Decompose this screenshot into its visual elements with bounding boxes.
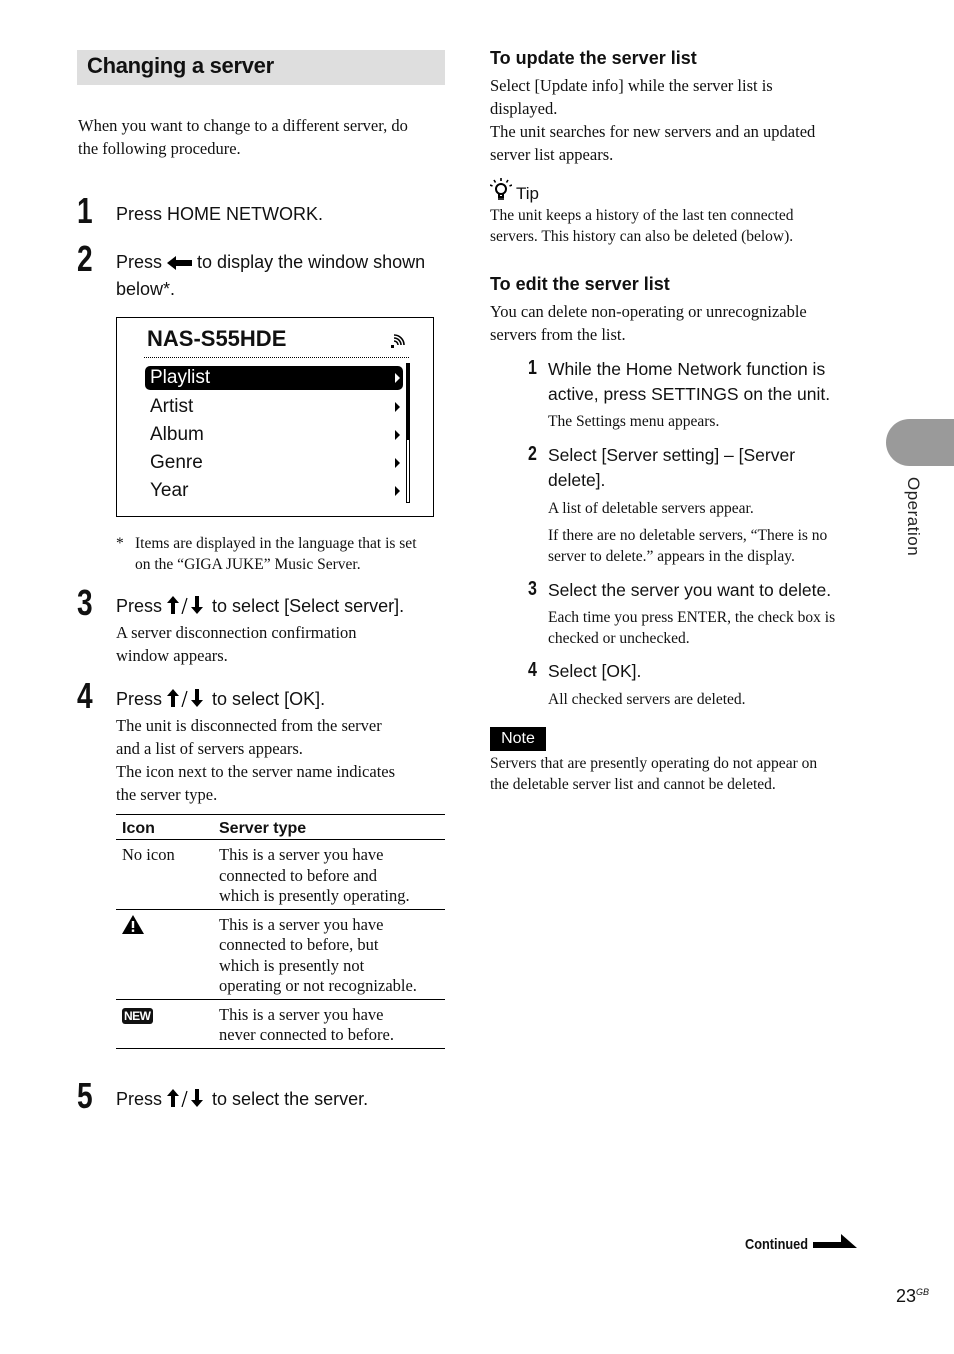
back-arrow-icon (167, 252, 193, 277)
scrollbar-thumb[interactable] (407, 364, 409, 440)
icon-cell (116, 909, 213, 1000)
note-text: Servers that are presently operating do … (490, 755, 818, 793)
step-number: 2 (77, 238, 93, 279)
continued-indicator: Continued (745, 1236, 819, 1254)
step-text: Press to display the window shown below*… (116, 252, 426, 299)
table-row: NEW This is a server you have never conn… (116, 999, 445, 1049)
continued-label: Continued (745, 1236, 809, 1253)
sub-step-detail: A list of deletable servers appear. (548, 500, 754, 517)
server-type-table: Icon Server type No icon This is a serve… (116, 814, 445, 1049)
server-type-cell: This is a server you have connected to b… (213, 909, 445, 1000)
server-type-cell: This is a server you have never connecte… (213, 999, 445, 1049)
step-number: 4 (77, 675, 93, 716)
screen-menu-item-year[interactable]: Year (145, 479, 403, 503)
screen-menu-item-genre[interactable]: Genre (145, 451, 403, 475)
section-title-bar: Changing a server (77, 50, 445, 85)
side-tab-marker (886, 419, 954, 466)
signal-icon (389, 332, 407, 355)
side-tab-label: Operation (904, 477, 923, 557)
sub-step-number: 3 (528, 578, 537, 600)
server-type-cell: This is a server you have connected to b… (213, 839, 445, 910)
new-icon: NEW (122, 1007, 153, 1024)
tip-label: Tip (516, 184, 539, 203)
warning-icon (122, 914, 144, 938)
edit-text: You can delete non-operating or unrecogn… (490, 302, 807, 344)
edit-heading: To edit the server list (490, 274, 670, 294)
chevron-right-icon (395, 373, 400, 383)
column-header-server-type: Server type (213, 814, 445, 840)
icon-cell: No icon (116, 839, 213, 910)
section-title: Changing a server (87, 53, 274, 78)
sub-step-detail: All checked servers are deleted. (548, 691, 746, 708)
sub-step-number: 2 (528, 443, 537, 465)
chevron-right-icon (395, 430, 400, 440)
icon-cell: NEW (116, 999, 213, 1049)
sub-step-detail: If there are no deletable servers, “Ther… (548, 527, 828, 565)
footnote-text: Items are displayed in the language that… (135, 535, 417, 573)
up-down-arrows-icon (167, 1089, 207, 1114)
step-detail: A server disconnection confirmation wind… (116, 623, 357, 665)
step-text: Press HOME NETWORK. (116, 204, 324, 224)
step-text: Press to select [OK]. (116, 687, 325, 714)
screen-menu-item-artist[interactable]: Artist (145, 395, 403, 419)
step-number: 5 (77, 1075, 93, 1116)
intro-text: When you want to change to a different s… (78, 116, 408, 158)
screen-menu-item-playlist[interactable]: Playlist (145, 366, 403, 390)
update-text: Select [Update info] while the server li… (490, 76, 816, 164)
sub-step-number: 1 (528, 357, 537, 379)
chevron-right-icon (395, 402, 400, 412)
chevron-right-icon (395, 458, 400, 468)
sub-step-text: Select the server you want to delete. (548, 580, 832, 600)
sub-step-text: Select [OK]. (548, 661, 642, 681)
screen-scrollbar[interactable] (406, 363, 410, 503)
screen-divider (144, 357, 409, 358)
sub-step-detail: The Settings menu appears. (548, 413, 720, 430)
step-number: 3 (77, 582, 93, 623)
sub-step-number: 4 (528, 659, 537, 681)
screen-title: NAS-S55HDE (147, 326, 287, 351)
step-number: 1 (77, 190, 93, 231)
sub-step-text: Select [Server setting] – [Server delete… (548, 445, 796, 490)
page-suffix: GB (916, 1287, 930, 1297)
step-text: Press to select [Select server]. (116, 594, 404, 621)
table-header-row: Icon Server type (116, 814, 445, 840)
sub-step-text: While the Home Network function is activ… (548, 359, 831, 404)
tip-heading: Tip (489, 178, 539, 207)
footnote-mark: * (116, 535, 124, 552)
up-down-arrows-icon (167, 689, 207, 714)
up-down-arrows-icon (167, 596, 207, 621)
chevron-right-icon (395, 486, 400, 496)
sub-step-detail: Each time you press ENTER, the check box… (548, 609, 836, 647)
column-header-icon: Icon (116, 814, 213, 840)
tip-text: The unit keeps a history of the last ten… (490, 207, 794, 245)
lightbulb-icon (489, 178, 513, 207)
note-badge: Note (490, 727, 546, 751)
step-detail: The unit is disconnected from the server… (116, 716, 396, 804)
device-screen: NAS-S55HDE Playlist Artist Album Genre Y… (116, 317, 434, 517)
table-row: No icon This is a server you have connec… (116, 839, 445, 910)
update-heading: To update the server list (490, 48, 697, 68)
continued-arrow-icon (813, 1234, 857, 1257)
page-number: 23GB (896, 1286, 930, 1306)
table-row: This is a server you have connected to b… (116, 909, 445, 1000)
step-text: Press to select the server. (116, 1087, 368, 1114)
screen-menu-item-album[interactable]: Album (145, 423, 403, 447)
